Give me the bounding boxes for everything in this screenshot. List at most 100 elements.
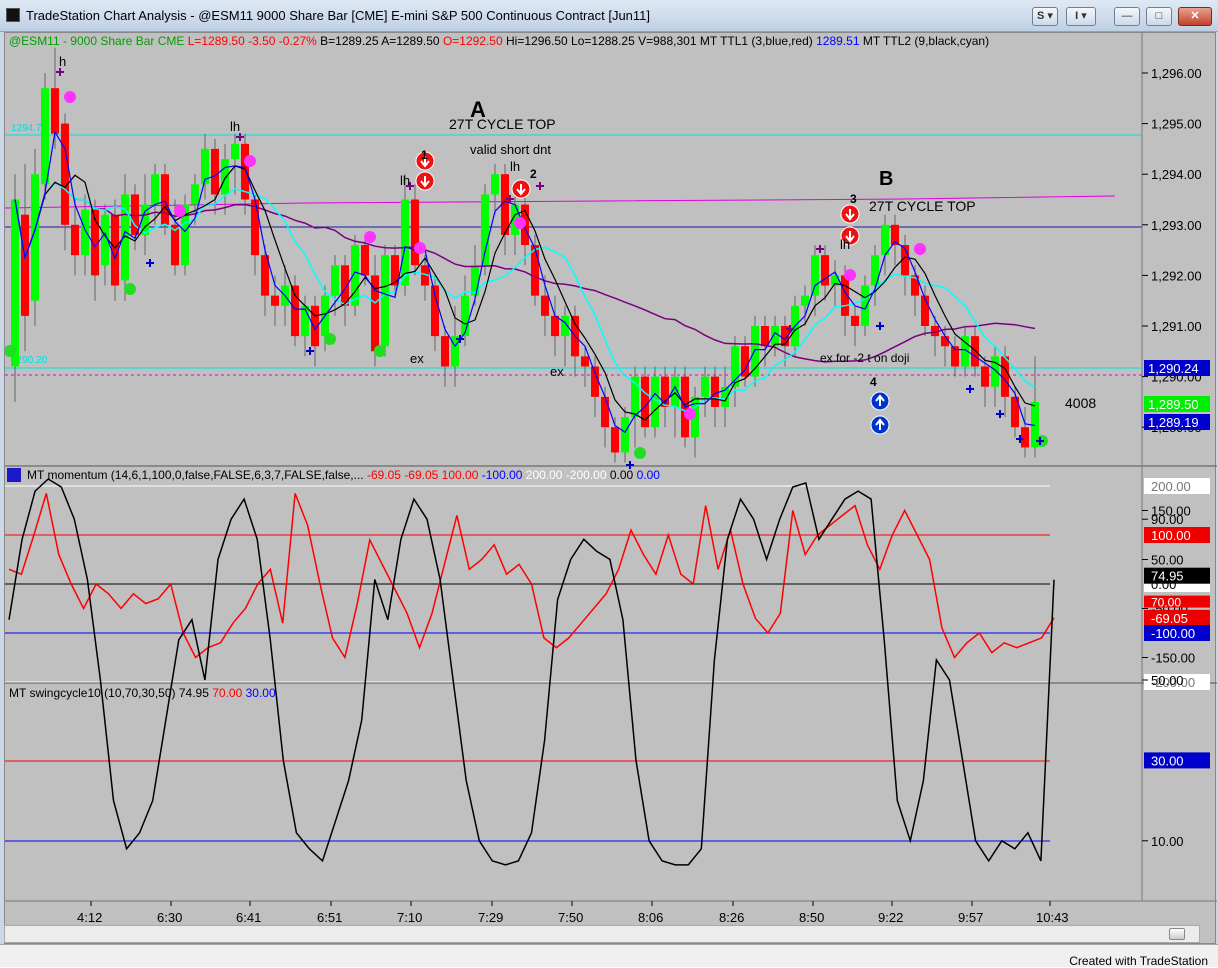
price-bar-body [971, 336, 979, 367]
minimize-button[interactable]: — [1114, 7, 1140, 26]
annotation-num-4: 4 [870, 375, 877, 389]
price-tag-1290-24: 1,290.24 [1148, 361, 1199, 376]
annotation-num-1: 1 [421, 148, 428, 162]
time-tick-label: 6:51 [317, 910, 342, 925]
price-tick-label: 1,294.00 [1151, 167, 1202, 182]
chart-svg[interactable]: @ESM11 - 9000 Share Bar CME L=1289.50 -3… [5, 33, 1217, 925]
swing-header-item: MT swingcycle10 (10,70,30,50) [9, 686, 179, 700]
s-menu-button[interactable]: S ▾ [1032, 7, 1058, 26]
momentum-axis: 200.00150.00100.0050.000.00-50.00-69.05-… [1142, 478, 1210, 690]
price-bar-body [941, 336, 949, 347]
annotation-ex-doji: ex for -2 t on doji [820, 351, 909, 365]
purple-cross-icon [236, 133, 244, 141]
time-tick-label: 7:10 [397, 910, 422, 925]
momentum-header-item: 200.00 [526, 468, 566, 482]
price-bar-body [21, 214, 29, 316]
price-bar-body [151, 174, 159, 205]
price-bar-body [351, 245, 359, 306]
price-tag-1289-19: 1,289.19 [1148, 415, 1199, 430]
price-bar-body [611, 427, 619, 453]
price-tick-label: 1,292.00 [1151, 268, 1202, 283]
scrollbar-thumb[interactable] [1169, 928, 1185, 940]
swing-pane-header: MT swingcycle10 (10,70,30,50) 74.95 70.0… [9, 686, 276, 700]
price-axis: 1,296.00 1,295.00 1,294.00 1,293.00 1,292.00… [11, 66, 1210, 435]
price-header-item: B=1289.25 A=1289.50 [320, 34, 443, 48]
price-bar-body [71, 224, 79, 256]
momentum-tag-label: -100.00 [1151, 626, 1195, 641]
time-tick-label: 4:12 [77, 910, 102, 925]
chart-annotations: AB27T CYCLE TOP27T CYCLE TOPvalid short … [59, 54, 1096, 411]
annotation-lh-4: lh [840, 237, 850, 252]
time-tick-label: 6:30 [157, 910, 182, 925]
swing-header-item: 30.00 [246, 686, 276, 700]
horizontal-scrollbar[interactable] [4, 925, 1200, 943]
price-bar-body [851, 315, 859, 326]
blue-cross-icon [146, 259, 154, 267]
annotation-h: h [59, 54, 66, 69]
price-bar-body [221, 159, 229, 195]
s-menu-label: S [1037, 10, 1045, 22]
green-dot-icon [124, 283, 136, 295]
blue-cross-icon [966, 385, 974, 393]
i-menu-label: I [1075, 10, 1079, 22]
momentum-header-item: -69.05 [367, 468, 404, 482]
price-bar-body [11, 199, 19, 367]
momentum-pane-header: MT momentum (14,6,1,100,0,false,FALSE,6,… [27, 468, 660, 482]
price-bar-body [461, 295, 469, 337]
price-bar-body [661, 376, 669, 407]
price-tick-label: 1,295.00 [1151, 117, 1202, 132]
price-bar-body [331, 265, 339, 296]
green-dot-icon [634, 447, 646, 459]
chart-area[interactable]: @ESM11 - 9000 Share Bar CME L=1289.50 -3… [4, 32, 1217, 944]
annotation-lh-2: lh [400, 173, 410, 188]
price-header-item: @ESM11 - 9000 Share Bar CME [9, 34, 188, 48]
price-bar-body [861, 285, 869, 326]
left-level-label-top: 1294.7 [11, 123, 42, 134]
momentum-header-item: 0.00 [637, 468, 661, 482]
momentum-tag-label: 100.00 [1151, 528, 1191, 543]
price-bar-body [541, 295, 549, 316]
annotation-count: 4008 [1065, 395, 1096, 411]
maximize-button[interactable]: □ [1146, 7, 1172, 26]
price-bar-body [61, 123, 69, 225]
price-bar-body [991, 356, 999, 387]
pivot-dot-icon [174, 205, 186, 217]
time-axis: 4:12 6:30 6:41 6:51 7:10 7:29 7:50 8:06 8:26 8:50… [77, 901, 1069, 925]
i-menu-button[interactable]: I ▾ [1066, 7, 1096, 26]
swing-tag-label: 70.00 [1151, 596, 1181, 610]
pivot-dot-icon [414, 242, 426, 254]
annotation-b: B [879, 168, 893, 190]
time-tick-label: 8:50 [799, 910, 824, 925]
time-tick-label: 8:26 [719, 910, 744, 925]
price-bar-body [581, 356, 589, 367]
price-bar-body [761, 326, 769, 347]
swing-tick-label: 50.00 [1151, 673, 1184, 688]
price-bar-body [701, 376, 709, 397]
annotation-ex-1: ex [410, 351, 424, 366]
close-button[interactable]: ✕ [1178, 7, 1212, 26]
blue-cross-icon [876, 322, 884, 330]
pivot-dot-icon [514, 217, 526, 229]
price-header-item: L=1289.50 -3.50 -0.27% [188, 34, 320, 48]
time-tick-label: 7:50 [558, 910, 583, 925]
momentum-tick-label: 50.00 [1151, 553, 1184, 568]
price-bar-body [801, 295, 809, 306]
status-bar: Created with TradeStation [0, 944, 1218, 968]
swing-header-item: 74.95 [179, 686, 212, 700]
time-tick-label: 9:57 [958, 910, 983, 925]
price-bar-body [471, 265, 479, 296]
pivot-dot-icon [684, 408, 696, 420]
price-bar-body [981, 366, 989, 387]
time-tick-label: 7:29 [478, 910, 503, 925]
price-bar-body [711, 376, 719, 407]
created-with-label: Created with TradeStation [1069, 954, 1208, 968]
pivot-dot-icon [244, 155, 256, 167]
annotation-ex-2: ex [550, 364, 564, 379]
annotation-lh-3: lh [510, 159, 520, 174]
title-bar[interactable]: TradeStation Chart Analysis - @ESM11 900… [0, 0, 1218, 32]
price-bar-body [41, 88, 49, 185]
price-bar-body [211, 148, 219, 195]
swing-tag-label: 30.00 [1151, 753, 1184, 768]
app-icon [6, 8, 20, 22]
time-tick-label: 10:43 [1036, 910, 1069, 925]
